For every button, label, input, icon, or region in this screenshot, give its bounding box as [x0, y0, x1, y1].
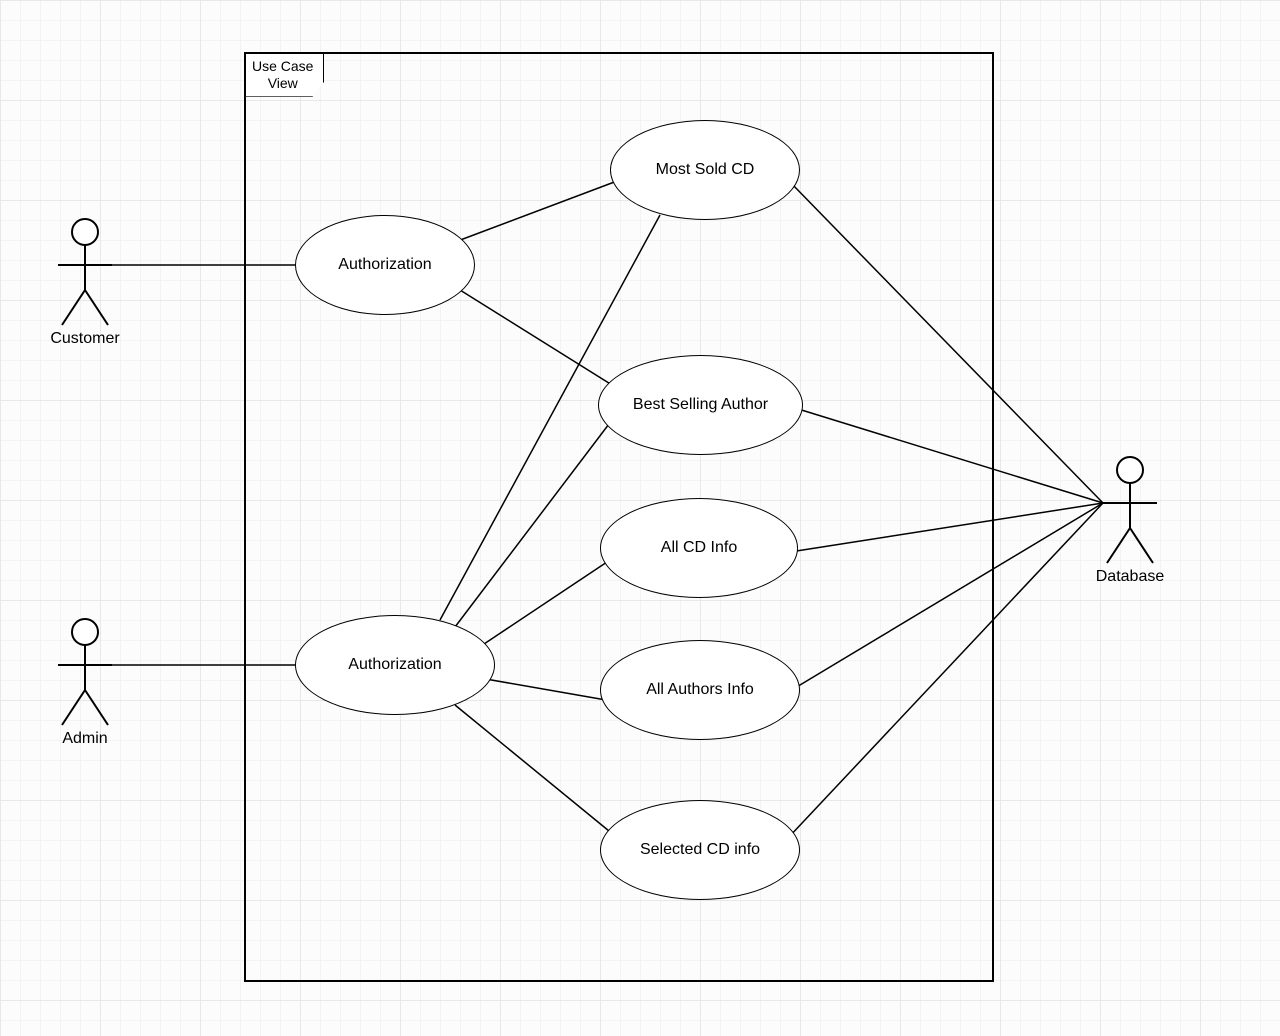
- usecase-best-selling-author: Best Selling Author: [598, 355, 803, 455]
- usecase-authorization-admin: Authorization: [295, 615, 495, 715]
- actor-database-figure: [1103, 457, 1157, 563]
- actor-customer-figure: [58, 219, 112, 325]
- actor-admin-label: Admin: [55, 730, 115, 748]
- actor-database-label: Database: [1090, 568, 1170, 586]
- actor-admin-figure: [58, 619, 112, 725]
- connectors: [112, 178, 1103, 840]
- usecase-all-authors-info: All Authors Info: [600, 640, 800, 740]
- usecase-selected-cd-info: Selected CD info: [600, 800, 800, 900]
- usecase-all-cd-info: All CD Info: [600, 498, 798, 598]
- usecase-authorization-customer: Authorization: [295, 215, 475, 315]
- actor-customer-label: Customer: [45, 330, 125, 348]
- usecase-most-sold-cd: Most Sold CD: [610, 120, 800, 220]
